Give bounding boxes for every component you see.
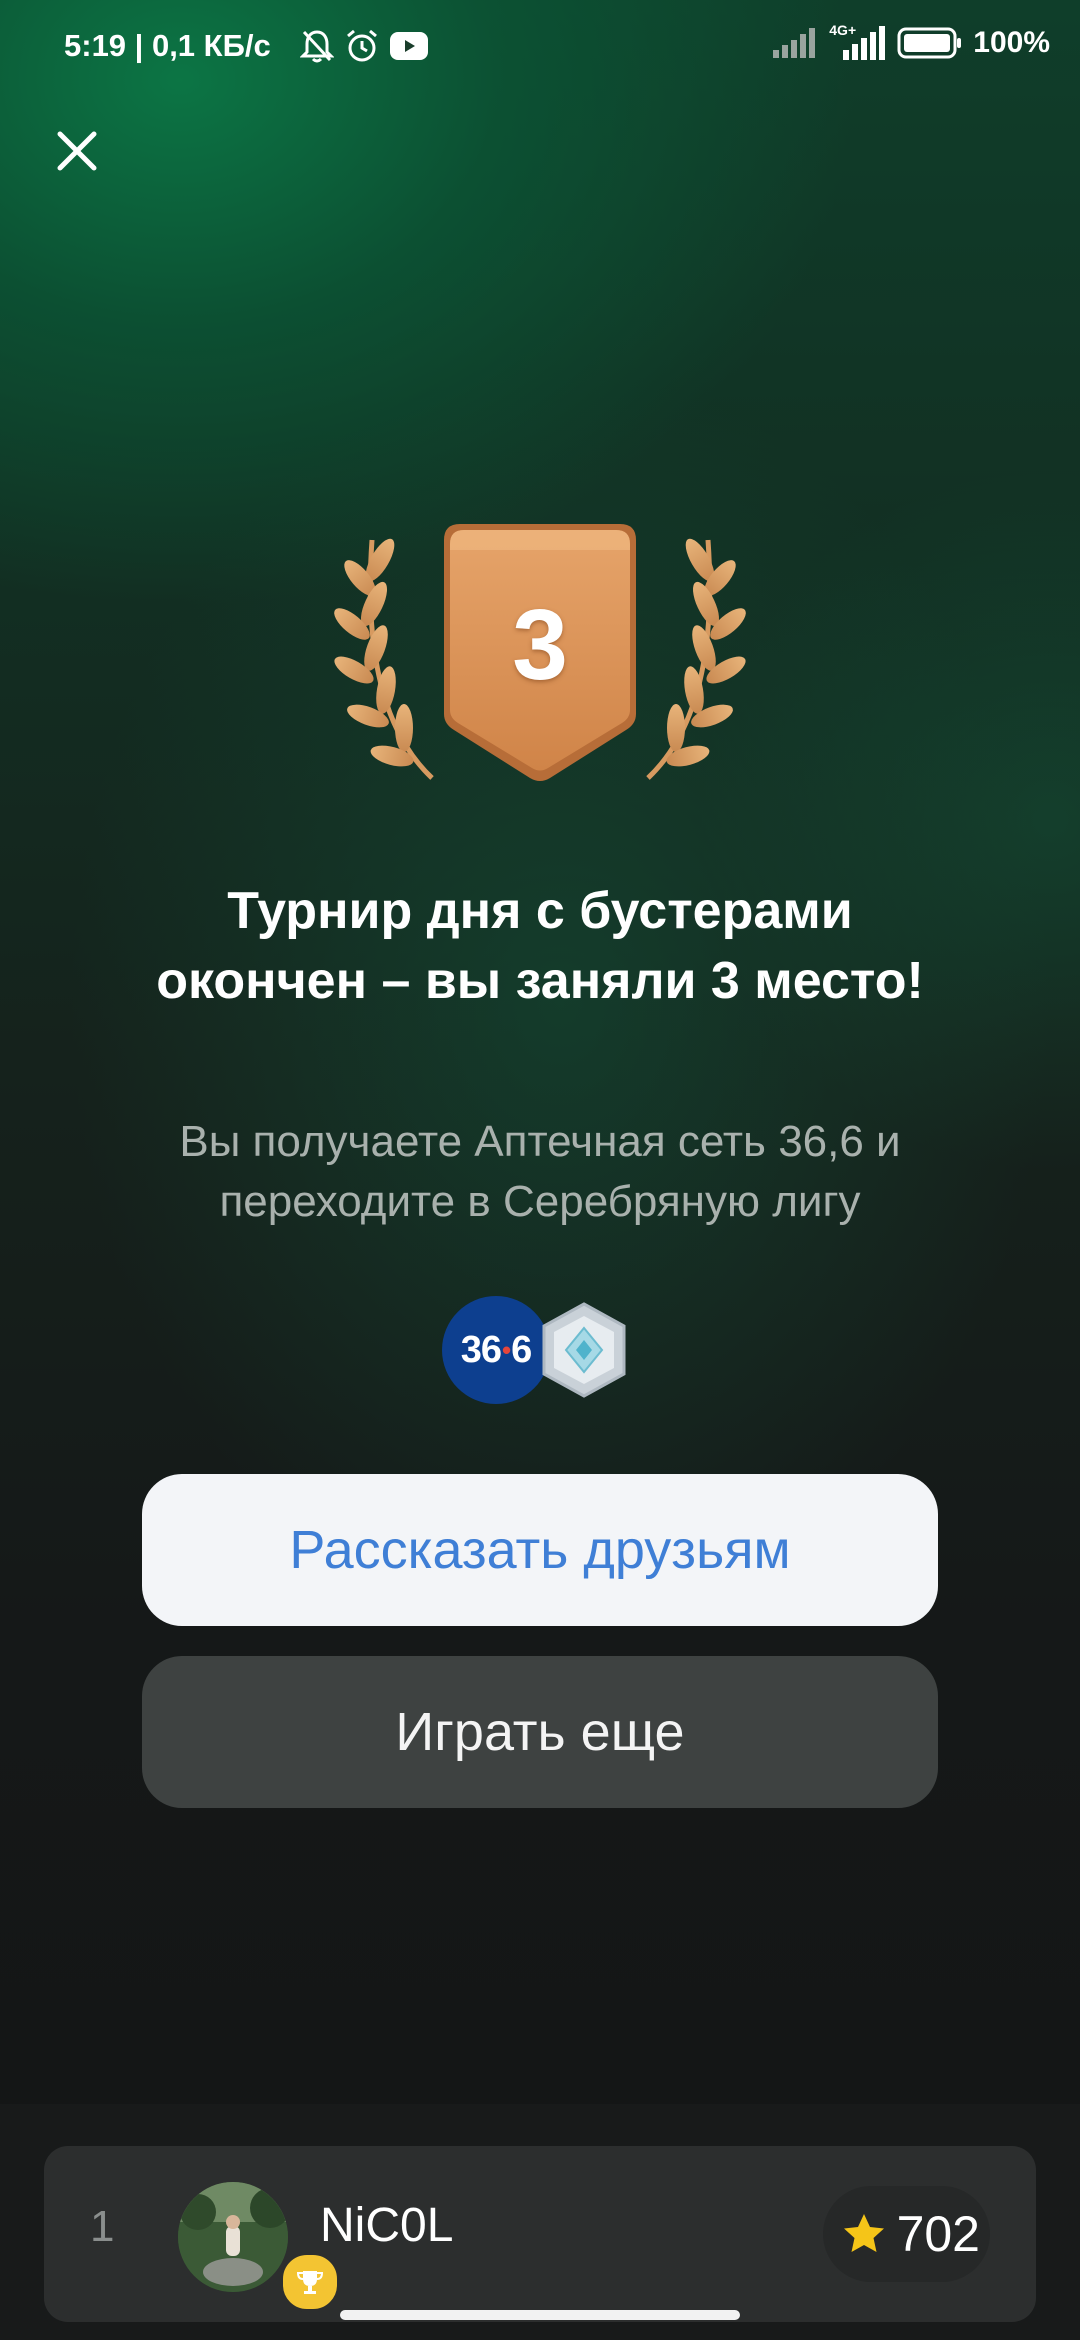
battery-percent: 100% (973, 26, 1050, 59)
status-time: 5:19 | 0,1 КБ/с (64, 28, 271, 63)
youtube-icon (390, 32, 428, 60)
laurel-right-icon (646, 538, 746, 780)
leaderboard-rank: 1 (90, 2202, 115, 2251)
bell-off-icon (300, 30, 334, 63)
status-bar: 5:19 | 0,1 КБ/с 4G+ 100% (0, 0, 1080, 96)
leaderboard-row[interactable]: 1 NiC0L 702 (44, 2146, 1036, 2322)
trophy-icon (296, 2271, 324, 2294)
signal-icon (773, 28, 816, 58)
battery-icon (897, 27, 962, 59)
share-with-friends-button[interactable]: Рассказать друзьям (142, 1474, 938, 1626)
avatar-photo (178, 2182, 288, 2292)
pharmacy-reward-logo: 36 • 6 (442, 1296, 550, 1404)
rank-number: 3 (512, 589, 568, 701)
close-button[interactable] (52, 126, 102, 176)
result-title: Турнир дня с бустерами окончен – вы заня… (156, 882, 924, 1010)
close-icon (57, 131, 97, 171)
avatar (178, 2182, 288, 2292)
alarm-icon (347, 29, 377, 62)
star-icon (843, 2214, 884, 2252)
signal-4g-icon (843, 26, 886, 60)
result-subtitle: Вы получаете Аптечная сеть 36,6 и перехо… (179, 1117, 901, 1226)
play-again-button[interactable]: Играть еще (142, 1656, 938, 1808)
home-indicator[interactable] (340, 2310, 740, 2320)
leaderboard-score: 702 (822, 2186, 990, 2282)
rewards: 36 • 6 (442, 1296, 642, 1406)
leaderboard-name: NiC0L (320, 2199, 454, 2252)
network-signal: 4G+ (827, 22, 887, 60)
trophy-badge (280, 2252, 340, 2312)
silver-league-icon (542, 1302, 626, 1398)
laurel-left-icon (334, 538, 434, 780)
